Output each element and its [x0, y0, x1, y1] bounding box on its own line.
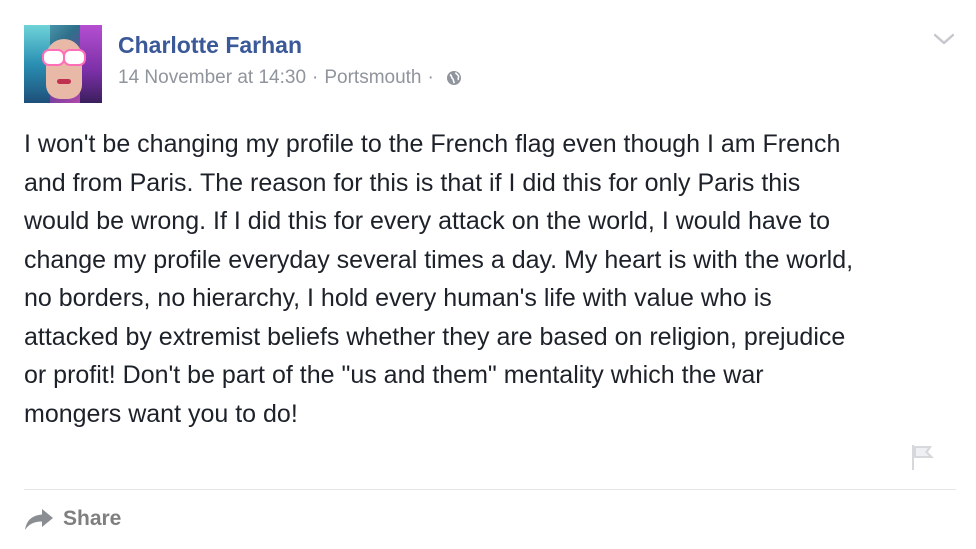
actions-divider [24, 489, 956, 490]
share-label: Share [63, 507, 122, 530]
post-header: Charlotte Farhan 14 November at 14:30 · … [24, 25, 462, 105]
globe-icon[interactable] [446, 70, 462, 86]
avatar[interactable] [24, 25, 102, 103]
post-meta: Charlotte Farhan 14 November at 14:30 · … [118, 31, 462, 90]
post-subline: 14 November at 14:30 · Portsmouth · [118, 66, 462, 90]
meta-separator-2: · [427, 67, 434, 88]
meta-separator: · [312, 67, 319, 88]
post-body: I won't be changing my profile to the Fr… [24, 130, 854, 428]
chevron-down-icon[interactable] [932, 30, 956, 48]
flag-icon[interactable] [908, 442, 938, 472]
facebook-post: Charlotte Farhan 14 November at 14:30 · … [0, 0, 976, 549]
share-button[interactable]: Share [24, 505, 121, 533]
author-name[interactable]: Charlotte Farhan [118, 31, 462, 59]
post-timestamp[interactable]: 14 November at 14:30 [118, 66, 306, 90]
post-location[interactable]: Portsmouth [324, 66, 421, 90]
share-arrow-icon [25, 509, 53, 530]
